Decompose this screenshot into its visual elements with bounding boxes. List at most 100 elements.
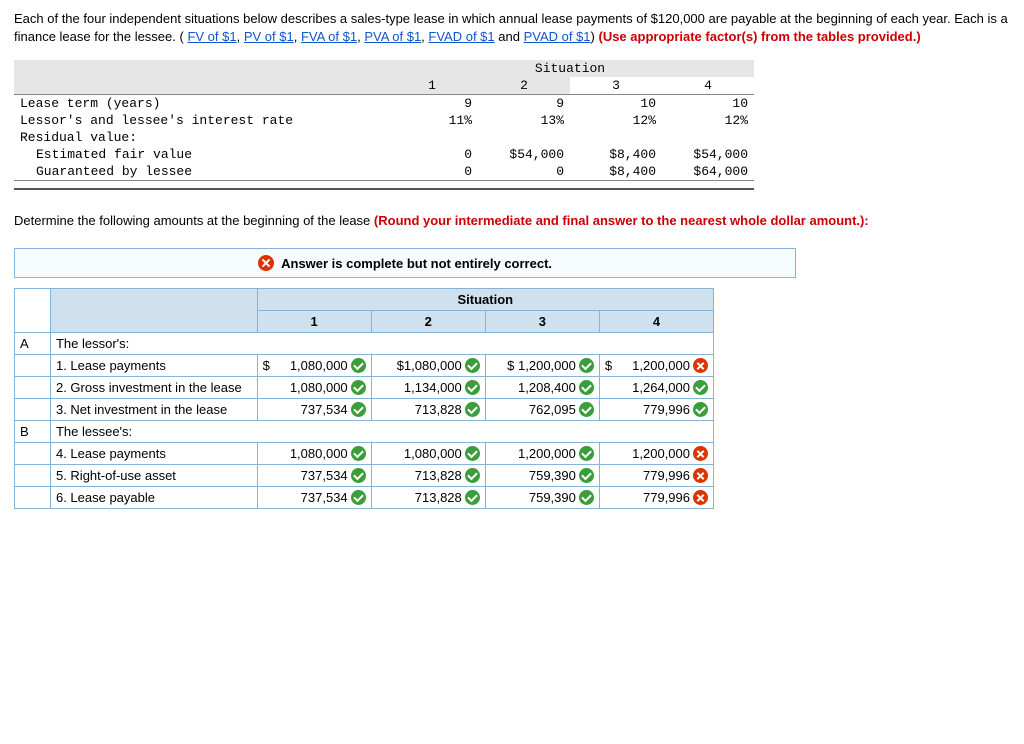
- cell-a1-4[interactable]: $1,200,000: [599, 355, 713, 377]
- link-pvad1[interactable]: PVAD of $1: [524, 29, 591, 44]
- row-est-fair: Estimated fair value 0 $54,000 $8,400 $5…: [14, 146, 754, 163]
- x-icon: [693, 446, 708, 461]
- cell-a1-2[interactable]: $1,080,000: [371, 355, 485, 377]
- cell-a1-3[interactable]: $ 1,200,000: [485, 355, 599, 377]
- check-icon: [579, 446, 594, 461]
- label-est-fair: Estimated fair value: [14, 146, 386, 163]
- row-a3: 3. Net investment in the lease 737,534 7…: [15, 399, 714, 421]
- row-lease-term: Lease term (years) 9 9 10 10: [14, 95, 754, 113]
- section-a-header: A The lessor's:: [15, 333, 714, 355]
- row-guaranteed: Guaranteed by lessee 0 0 $8,400 $64,000: [14, 163, 754, 181]
- check-icon: [351, 358, 366, 373]
- determine-text: Determine the following amounts at the b…: [14, 213, 374, 228]
- code-a: A: [15, 333, 51, 355]
- link-fva1[interactable]: FVA of $1: [301, 29, 357, 44]
- situation-block: Situation 1 2 3 4 Lease term (years) 9 9…: [14, 60, 1010, 190]
- col-2: 2: [478, 77, 570, 95]
- cell-b5-1[interactable]: 737,534: [257, 465, 371, 487]
- cell-b5-4[interactable]: 779,996: [599, 465, 713, 487]
- intro-paragraph: Each of the four independent situations …: [14, 10, 1010, 46]
- check-icon: [579, 490, 594, 505]
- x-icon: [693, 490, 708, 505]
- x-icon: [258, 255, 274, 271]
- cell-b6-1[interactable]: 737,534: [257, 487, 371, 509]
- cell-a2-2[interactable]: 1,134,000: [371, 377, 485, 399]
- row-a2: 2. Gross investment in the lease 1,080,0…: [15, 377, 714, 399]
- row-b4: 4. Lease payments 1,080,000 1,080,000 1,…: [15, 443, 714, 465]
- ans-col-1: 1: [257, 311, 371, 333]
- row-b5: 5. Right-of-use asset 737,534 713,828 75…: [15, 465, 714, 487]
- check-icon: [465, 468, 480, 483]
- label-rate: Lessor's and lessee's interest rate: [14, 112, 386, 129]
- x-icon: [693, 358, 708, 373]
- check-icon: [693, 380, 708, 395]
- code-b: B: [15, 421, 51, 443]
- col-4: 4: [662, 77, 754, 95]
- col-3: 3: [570, 77, 662, 95]
- check-icon: [351, 446, 366, 461]
- x-icon: [693, 468, 708, 483]
- label-a1: 1. Lease payments: [50, 355, 257, 377]
- cell-a3-1[interactable]: 737,534: [257, 399, 371, 421]
- cell-b4-1[interactable]: 1,080,000: [257, 443, 371, 465]
- ans-header: Situation: [257, 289, 713, 311]
- label-guaranteed: Guaranteed by lessee: [14, 163, 386, 181]
- feedback-banner: Answer is complete but not entirely corr…: [14, 248, 796, 278]
- link-pva1[interactable]: PVA of $1: [364, 29, 421, 44]
- cell-a2-3[interactable]: 1,208,400: [485, 377, 599, 399]
- cell-a3-2[interactable]: 713,828: [371, 399, 485, 421]
- cell-b5-2[interactable]: 713,828: [371, 465, 485, 487]
- cell-a2-4[interactable]: 1,264,000: [599, 377, 713, 399]
- check-icon: [351, 380, 366, 395]
- label-a3: 3. Net investment in the lease: [50, 399, 257, 421]
- check-icon: [351, 490, 366, 505]
- row-residual: Residual value:: [14, 129, 754, 146]
- row-b6: 6. Lease payable 737,534 713,828 759,390…: [15, 487, 714, 509]
- check-icon: [693, 402, 708, 417]
- situation-header: Situation: [386, 60, 754, 77]
- check-icon: [465, 358, 480, 373]
- ans-col-4: 4: [599, 311, 713, 333]
- cell-b4-3[interactable]: 1,200,000: [485, 443, 599, 465]
- link-fv1[interactable]: FV of $1: [187, 29, 236, 44]
- title-a: The lessor's:: [50, 333, 713, 355]
- cell-b6-3[interactable]: 759,390: [485, 487, 599, 509]
- cell-b4-4[interactable]: 1,200,000: [599, 443, 713, 465]
- answer-table: Situation 1 2 3 4 A The lessor's: 1. Lea…: [14, 288, 714, 509]
- link-fvad1[interactable]: FVAD of $1: [428, 29, 494, 44]
- intro-red: (Use appropriate factor(s) from the tabl…: [598, 29, 920, 44]
- col-1: 1: [386, 77, 478, 95]
- feedback-text: Answer is complete but not entirely corr…: [281, 256, 552, 271]
- situation-table: Situation 1 2 3 4 Lease term (years) 9 9…: [14, 60, 754, 181]
- cell-b5-3[interactable]: 759,390: [485, 465, 599, 487]
- row-a1: 1. Lease payments $1,080,000 $1,080,000 …: [15, 355, 714, 377]
- ans-col-2: 2: [371, 311, 485, 333]
- label-b5: 5. Right-of-use asset: [50, 465, 257, 487]
- determine-red: (Round your intermediate and final answe…: [374, 213, 869, 228]
- cell-b6-4[interactable]: 779,996: [599, 487, 713, 509]
- section-b-header: B The lessee's:: [15, 421, 714, 443]
- cell-a2-1[interactable]: 1,080,000: [257, 377, 371, 399]
- label-b6: 6. Lease payable: [50, 487, 257, 509]
- check-icon: [465, 446, 480, 461]
- label-lease-term: Lease term (years): [14, 95, 386, 113]
- determine-line: Determine the following amounts at the b…: [14, 212, 1010, 230]
- label-a2: 2. Gross investment in the lease: [50, 377, 257, 399]
- check-icon: [579, 402, 594, 417]
- cell-b6-2[interactable]: 713,828: [371, 487, 485, 509]
- cell-b4-2[interactable]: 1,080,000: [371, 443, 485, 465]
- cell-a3-4[interactable]: 779,996: [599, 399, 713, 421]
- ans-col-3: 3: [485, 311, 599, 333]
- check-icon: [579, 380, 594, 395]
- check-icon: [579, 358, 594, 373]
- cell-a3-3[interactable]: 762,095: [485, 399, 599, 421]
- link-pv1[interactable]: PV of $1: [244, 29, 294, 44]
- check-icon: [351, 468, 366, 483]
- check-icon: [465, 402, 480, 417]
- row-rate: Lessor's and lessee's interest rate 11% …: [14, 112, 754, 129]
- check-icon: [465, 380, 480, 395]
- label-residual: Residual value:: [14, 129, 754, 146]
- title-b: The lessee's:: [50, 421, 713, 443]
- cell-a1-1[interactable]: $1,080,000: [257, 355, 371, 377]
- check-icon: [579, 468, 594, 483]
